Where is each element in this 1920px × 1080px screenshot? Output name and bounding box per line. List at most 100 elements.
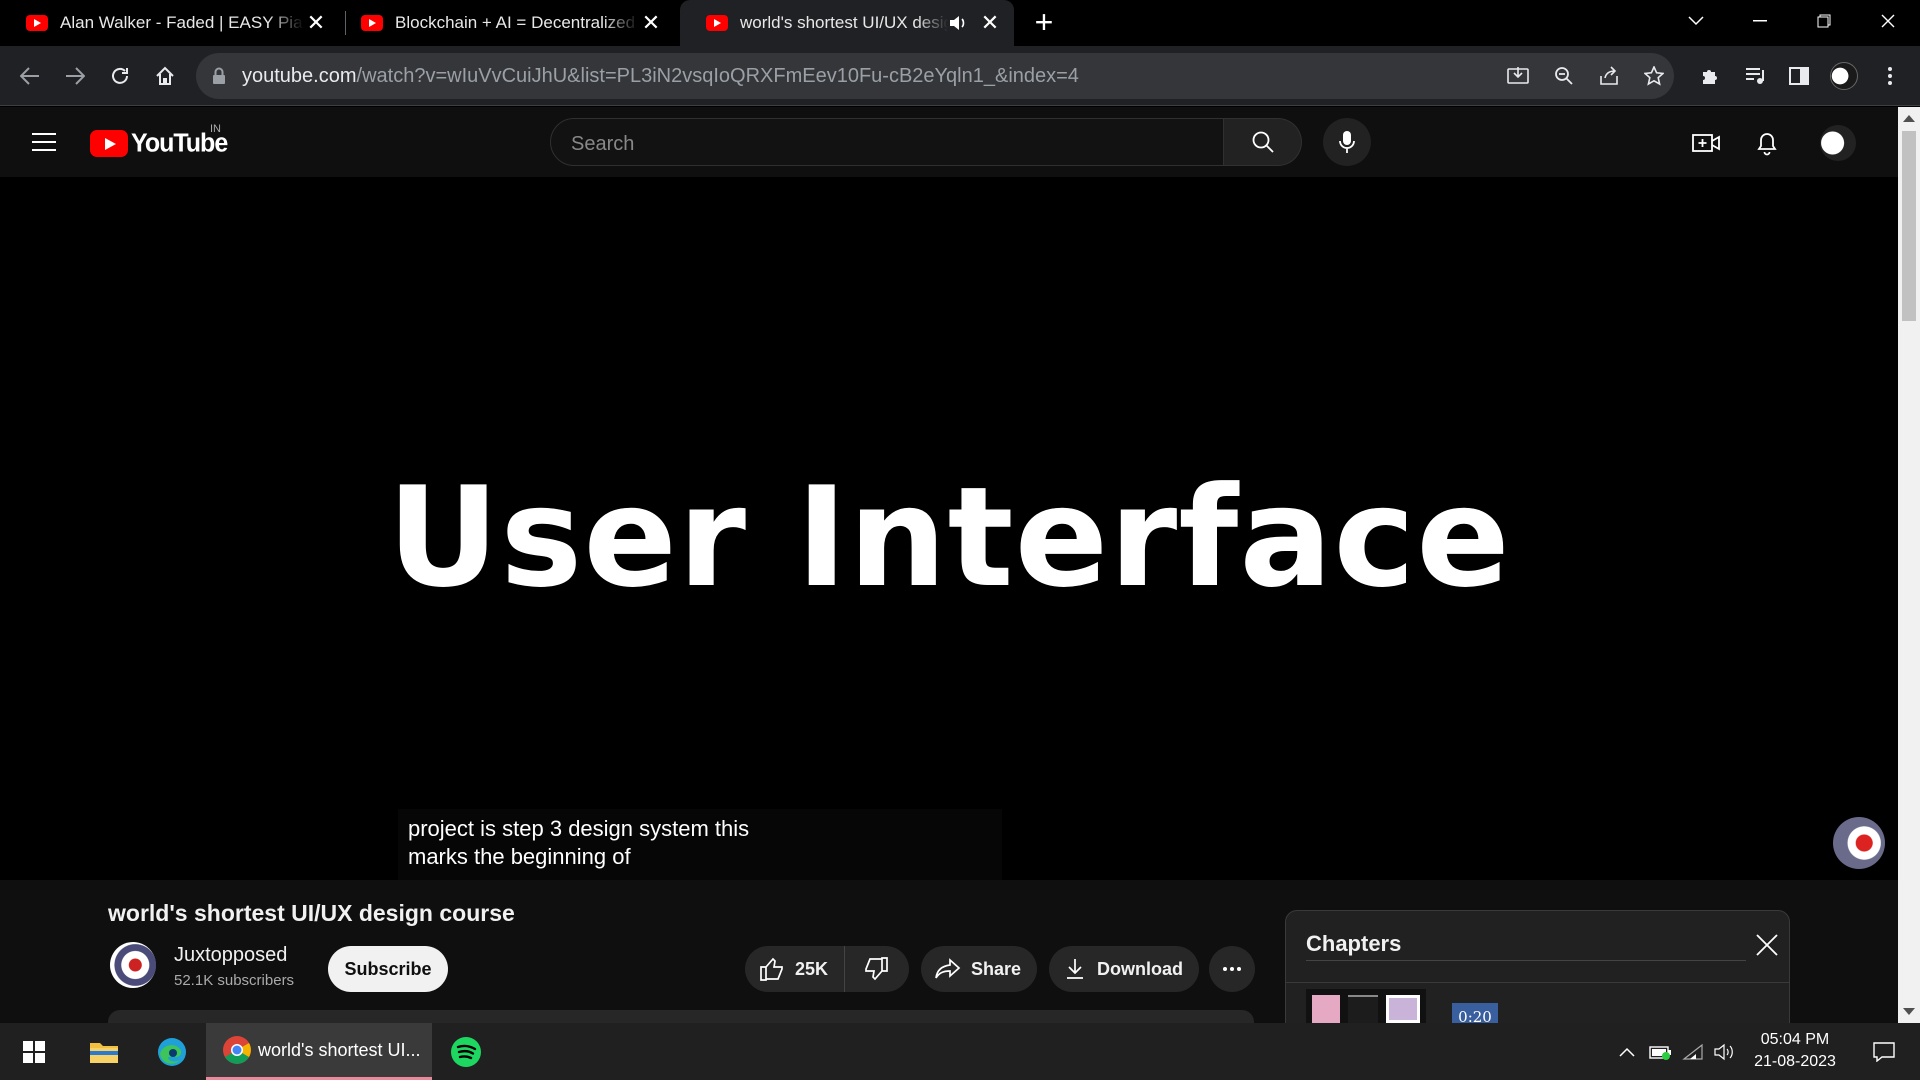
home-icon [156,66,174,85]
scrollbar-thumb[interactable] [1902,131,1916,321]
share-arrow-icon [935,958,961,979]
zoom-button[interactable] [1550,62,1578,90]
speaker-icon[interactable] [948,13,968,33]
download-button[interactable]: Download [1049,946,1199,992]
create-button[interactable] [1688,125,1724,161]
page-scrollbar[interactable] [1898,107,1920,1023]
chapter-thumbnail[interactable] [1306,989,1426,1023]
tab-title: Blockchain + AI = Decentralized AI [395,13,639,32]
channel-name[interactable]: Juxtopposed [174,944,287,967]
install-app-button[interactable] [1504,62,1532,90]
url-text[interactable]: youtube.com/watch?v=wIuVvCuiJhU&list=PL3… [242,65,1079,88]
chevron-up-icon [1619,1047,1635,1057]
video-frame-text: User Interface [387,457,1511,618]
side-panel-button[interactable] [1781,58,1817,94]
wifi-button[interactable] [1678,1023,1708,1080]
windows-logo-icon [23,1040,45,1063]
chapter-timestamp[interactable]: 0:20 [1452,1003,1498,1023]
bookmark-button[interactable] [1640,62,1668,90]
voice-search-button[interactable] [1323,118,1371,166]
notification-center-button[interactable] [1860,1023,1908,1080]
extensions-button[interactable] [1693,58,1729,94]
share-button[interactable]: Share [921,946,1037,992]
subscriber-count: 52.1K subscribers [174,972,295,989]
tab-alan-walker[interactable]: Alan Walker - Faded | EASY Piano ✕ [0,0,340,46]
description-box[interactable] [108,1010,1254,1023]
close-chapters-button[interactable] [1749,927,1785,963]
share-page-button[interactable] [1595,62,1623,90]
caption-line: project is step 3 design system this [408,816,750,841]
start-button[interactable] [10,1023,58,1080]
search-icon [1252,131,1274,153]
media-control-button[interactable] [1738,58,1774,94]
restore-button[interactable] [1796,0,1852,42]
clock[interactable]: 05:04 PM 21-08-2023 [1740,1029,1850,1073]
address-bar[interactable]: youtube.com/watch?v=wIuVvCuiJhU&list=PL3… [196,53,1674,99]
url-host: youtube.com [242,65,357,87]
chapters-header: Chapters [1286,911,1789,983]
url-path: /watch?v=wIuVvCuiJhU&list=PL3iN2vsqIoQRX… [356,65,1079,87]
volume-button[interactable] [1710,1023,1740,1080]
minimize-button[interactable] [1732,0,1788,42]
thumbs-down-icon [865,957,888,981]
chapters-panel: Chapters 0:20 [1285,910,1790,1023]
home-button[interactable] [147,58,183,94]
reload-button[interactable] [102,58,138,94]
search-button[interactable] [1224,118,1302,166]
back-button[interactable] [12,58,48,94]
more-vertical-icon [1888,67,1892,85]
profile-avatar [1830,62,1858,90]
side-panel-icon [1789,67,1809,85]
thumbs-up-icon [760,957,783,981]
channel-watermark-avatar[interactable] [1833,817,1885,869]
browser-toolbar: youtube.com/watch?v=wIuVvCuiJhU&list=PL3… [0,46,1920,106]
close-tab-icon[interactable]: ✕ [978,11,1002,35]
taskbar-chrome-window[interactable]: world's shortest UI... [206,1023,432,1080]
account-avatar[interactable] [1820,125,1856,161]
profile-button[interactable] [1826,58,1862,94]
chrome-menu-button[interactable] [1872,58,1908,94]
video-player[interactable]: User Interface project is step 3 design … [0,177,1898,905]
search-input[interactable]: Search [550,118,1224,166]
tab-search-button[interactable] [1668,0,1724,42]
close-window-button[interactable] [1860,0,1916,42]
edge-button[interactable] [148,1023,196,1080]
microphone-icon [1339,131,1355,153]
forward-button[interactable] [57,58,93,94]
show-hidden-icons-button[interactable] [1612,1023,1642,1080]
edge-icon [158,1037,186,1066]
message-icon [1873,1041,1895,1062]
scroll-down-arrow-icon[interactable] [1903,1008,1915,1015]
bell-icon [1757,133,1777,156]
dislike-button[interactable] [845,946,907,992]
like-button[interactable]: 25K [745,946,845,992]
tab-active-uiux[interactable]: world's shortest UI/UX design course ✕ [680,0,1014,46]
youtube-logo[interactable]: YouTube IN [90,123,228,158]
reload-icon [112,67,128,84]
chrome-icon [223,1036,251,1064]
close-tab-icon[interactable]: ✕ [304,11,328,35]
scroll-up-arrow-icon[interactable] [1903,115,1915,122]
spotify-button[interactable] [442,1023,490,1080]
like-dislike-group: 25K [745,946,909,992]
more-actions-button[interactable] [1209,946,1255,992]
video-title: world's shortest UI/UX design course [108,900,515,926]
restore-icon [1817,14,1831,28]
folder-icon [90,1042,118,1063]
channel-avatar[interactable] [110,942,156,988]
notifications-button[interactable] [1749,125,1785,161]
search-placeholder: Search [571,133,635,155]
chevron-down-icon [1688,16,1704,26]
puzzle-icon [1703,70,1717,84]
share-icon [1600,66,1618,85]
subscribe-button[interactable]: Subscribe [328,946,448,992]
more-horizontal-icon [1223,967,1241,971]
close-tab-icon[interactable]: ✕ [639,11,663,35]
hamburger-menu-icon[interactable] [28,127,60,157]
lock-icon[interactable] [212,67,226,85]
new-tab-button[interactable]: + [1028,6,1060,39]
download-label: Download [1097,958,1183,979]
file-explorer-button[interactable] [80,1023,128,1080]
tab-blockchain[interactable]: Blockchain + AI = Decentralized AI ✕ [335,0,675,46]
battery-button[interactable] [1646,1023,1676,1080]
